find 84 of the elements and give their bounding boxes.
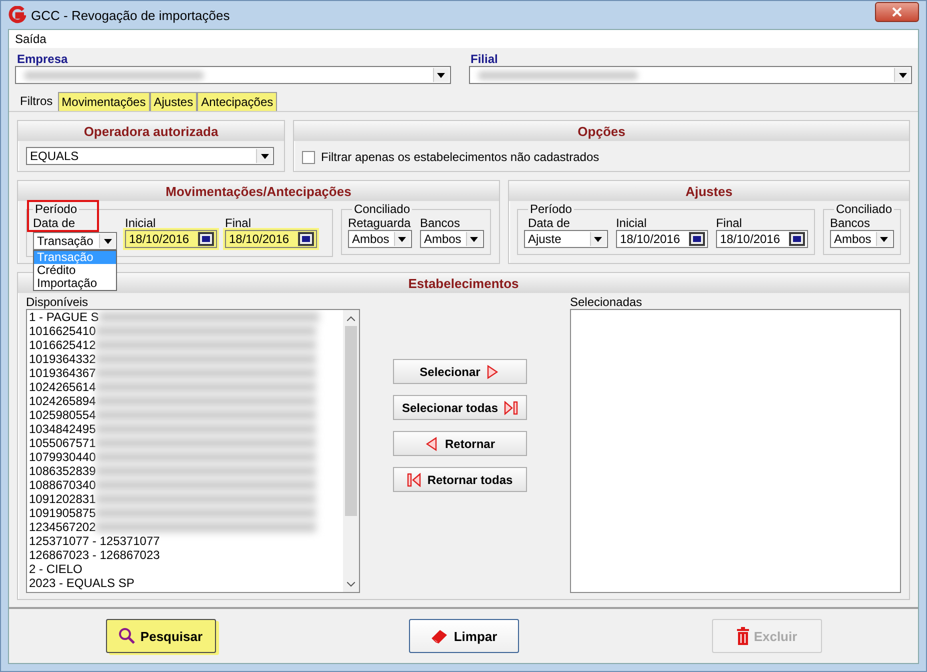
list-item[interactable]: 1019364332 (29, 352, 96, 366)
right-arrow-icon (486, 364, 500, 378)
company-dropdown[interactable] (15, 66, 451, 84)
action-button[interactable]: Limpar (408, 619, 518, 653)
dropdown-field[interactable]: Ambos (830, 230, 894, 248)
trash-icon (736, 627, 750, 645)
field-label: Final (716, 216, 743, 230)
list-item[interactable]: 1016625412 (29, 338, 96, 352)
scroll-up-icon[interactable] (347, 316, 355, 320)
tab[interactable]: Ajustes (150, 92, 198, 111)
panel-title: Operadora autorizada (18, 121, 284, 141)
field-label: Data de (33, 216, 76, 230)
dropdown-field[interactable]: EQUALS (26, 147, 274, 165)
field-label: Bancos (830, 216, 871, 230)
list-item[interactable]: 1079930440 (29, 450, 96, 464)
list-item[interactable]: 1024265614 (29, 380, 96, 394)
date-field[interactable]: 18/10/2016 (716, 230, 808, 248)
search-icon (118, 627, 136, 645)
checkbox[interactable] (302, 150, 315, 164)
list-item[interactable]: 125371077 - 125371077 (29, 534, 160, 548)
list-label: Disponíveis (26, 295, 90, 309)
branch-dropdown[interactable] (468, 66, 912, 84)
left-arrow-icon (407, 472, 422, 486)
calendar-icon[interactable] (198, 232, 214, 246)
field-label: Retaguarda (348, 216, 412, 230)
close-icon[interactable] (892, 7, 902, 17)
close-button[interactable] (875, 2, 919, 22)
transfer-button[interactable]: Retornar (393, 431, 527, 456)
field-label: Final (225, 216, 252, 230)
list-item[interactable]: 1019364367 (29, 366, 96, 380)
field-label: Data de (528, 216, 570, 230)
list-item[interactable]: 126867023 - 126867023 (29, 548, 160, 562)
window-title: GCC - Revogação de importações (31, 8, 230, 22)
list-item[interactable]: 1091905875 (29, 506, 96, 520)
dropdown-field[interactable]: Ajuste (524, 230, 608, 248)
list-item[interactable]: 1016625410 (29, 324, 96, 338)
list-item[interactable]: 1055067571 (29, 436, 96, 450)
list-item[interactable]: 1 - PAGUE S (29, 310, 99, 324)
transfer-button[interactable]: Selecionar todas (393, 395, 527, 420)
field-label: Inicial (125, 216, 157, 230)
scroll-down-icon[interactable] (347, 582, 355, 586)
transfer-button[interactable]: Selecionar (393, 359, 527, 384)
list-item[interactable]: 2 - CIELO (29, 562, 82, 576)
list-item[interactable]: 2023 - EQUALS SP (29, 576, 134, 590)
field-label: Inicial (616, 216, 648, 230)
tab[interactable]: Movimentações (58, 92, 150, 111)
app-logo-icon (8, 6, 26, 24)
list-label: Selecionadas (570, 295, 644, 309)
eraser-icon (430, 628, 450, 644)
group-legend: Período (528, 202, 574, 216)
date-field[interactable]: 18/10/2016 (225, 230, 317, 248)
date-field[interactable]: 18/10/2016 (616, 230, 708, 248)
field-label: Filial (470, 52, 499, 66)
list-item[interactable]: 1088670340 (29, 478, 96, 492)
right-arrow-icon (504, 400, 518, 414)
calendar-icon[interactable] (688, 232, 705, 246)
scrollbar[interactable] (343, 310, 359, 592)
group-legend: Conciliado (352, 202, 412, 216)
left-arrow-icon (424, 436, 439, 450)
list-item[interactable]: 1025980554 (29, 408, 96, 422)
field-label: Empresa (17, 52, 69, 66)
tab[interactable]: Antecipações (197, 92, 278, 111)
panel-title: Ajustes (508, 181, 909, 201)
panel-title: Opções (294, 121, 909, 141)
menu-item[interactable]: Saída (13, 32, 48, 46)
calendar-icon[interactable] (298, 232, 314, 246)
group-legend: Período (33, 202, 80, 216)
dropdown-option[interactable]: Importação (34, 277, 116, 290)
list-item[interactable]: 1091202831 (29, 492, 96, 506)
dropdown-field[interactable]: Ambos (420, 230, 484, 248)
dropdown-field[interactable]: Transação (33, 232, 117, 250)
date-field[interactable]: 18/10/2016 (125, 230, 217, 248)
transfer-button[interactable]: Retornar todas (393, 467, 527, 492)
group-legend: Conciliado (834, 202, 894, 216)
list-item[interactable]: 1234567202 (29, 520, 96, 534)
list-item[interactable]: 1034842495 (29, 422, 96, 436)
dropdown-field[interactable]: Ambos (348, 230, 412, 248)
field-label: Bancos (420, 216, 461, 230)
list-item[interactable]: 1086352839 (29, 464, 96, 478)
checkbox-label: Filtrar apenas os estabelecimentos não cadastrados (321, 150, 600, 164)
panel-title: Movimentações/Antecipações (18, 181, 499, 201)
list-item[interactable]: 1024265894 (29, 394, 96, 408)
dropdown-option[interactable]: Crédito (34, 264, 116, 277)
calendar-icon[interactable] (788, 232, 805, 246)
